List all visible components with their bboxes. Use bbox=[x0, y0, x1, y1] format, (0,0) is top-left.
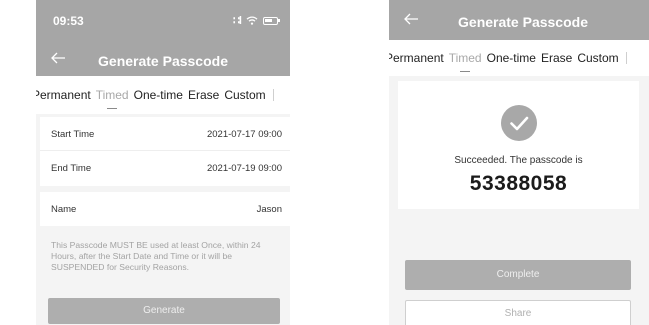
battery-icon bbox=[263, 16, 280, 25]
start-time-value[interactable]: 2021-07-17 09:00 bbox=[207, 129, 282, 140]
validity-period-card: Start Time 2021-07-17 09:00 End Time 202… bbox=[40, 117, 290, 186]
passcode-type-tabs: Permanent Timed One-time Erase Custom bbox=[36, 76, 290, 114]
share-button[interactable]: Share bbox=[405, 300, 631, 325]
tab-timed[interactable]: Timed bbox=[96, 88, 129, 109]
tab-custom[interactable]: Custom bbox=[224, 88, 265, 102]
status-icons: ∷l bbox=[232, 14, 280, 27]
passcode-result-screen: Generate Passcode Permanent Timed One-ti… bbox=[389, 0, 649, 325]
start-time-label: Start Time bbox=[51, 129, 95, 140]
signal-icon: ∷l bbox=[232, 15, 242, 27]
end-time-value[interactable]: 2021-07-19 09:00 bbox=[207, 163, 282, 174]
wifi-icon bbox=[246, 16, 258, 25]
tab-scroll-indicator bbox=[625, 52, 627, 64]
tab-permanent[interactable]: Permanent bbox=[389, 51, 444, 65]
end-time-label: End Time bbox=[51, 163, 92, 174]
page-title: Generate Passcode bbox=[458, 14, 588, 30]
tab-permanent[interactable]: Permanent bbox=[36, 88, 91, 102]
status-time: 09:53 bbox=[53, 14, 84, 28]
tab-one-time[interactable]: One-time bbox=[487, 51, 536, 65]
tab-timed[interactable]: Timed bbox=[449, 51, 482, 72]
name-card: Name Jason bbox=[40, 192, 290, 226]
usage-notice: This Passcode MUST BE used at least Once… bbox=[51, 240, 261, 272]
app-header: Generate Passcode bbox=[389, 0, 649, 40]
generated-passcode: 53388058 bbox=[469, 172, 568, 195]
result-card: Succeeded. The passcode is 53388058 bbox=[398, 81, 639, 209]
result-message: Succeeded. The passcode is bbox=[454, 155, 583, 166]
start-time-row[interactable]: Start Time 2021-07-17 09:00 bbox=[40, 117, 290, 151]
page-title: Generate Passcode bbox=[98, 53, 228, 69]
tab-erase[interactable]: Erase bbox=[541, 51, 572, 65]
complete-button[interactable]: Complete bbox=[405, 260, 631, 290]
passcode-type-tabs: Permanent Timed One-time Erase Custom bbox=[389, 40, 649, 76]
check-circle-icon bbox=[500, 105, 537, 141]
name-label: Name bbox=[51, 204, 77, 215]
tab-custom[interactable]: Custom bbox=[577, 51, 618, 65]
end-time-row[interactable]: End Time 2021-07-19 09:00 bbox=[40, 151, 290, 185]
name-row[interactable]: Name Jason bbox=[40, 192, 290, 226]
name-value[interactable]: Jason bbox=[257, 204, 282, 215]
tab-one-time[interactable]: One-time bbox=[134, 88, 183, 102]
tab-erase[interactable]: Erase bbox=[188, 88, 219, 102]
tab-scroll-indicator bbox=[272, 89, 274, 101]
app-header: 09:53 ∷l Generate Passcode bbox=[36, 0, 290, 76]
status-bar: 09:53 ∷l bbox=[36, 0, 290, 38]
generate-button[interactable]: Generate bbox=[48, 298, 280, 324]
timed-passcode-screen: 09:53 ∷l Generate Passcode Permanent Tim… bbox=[36, 0, 290, 325]
